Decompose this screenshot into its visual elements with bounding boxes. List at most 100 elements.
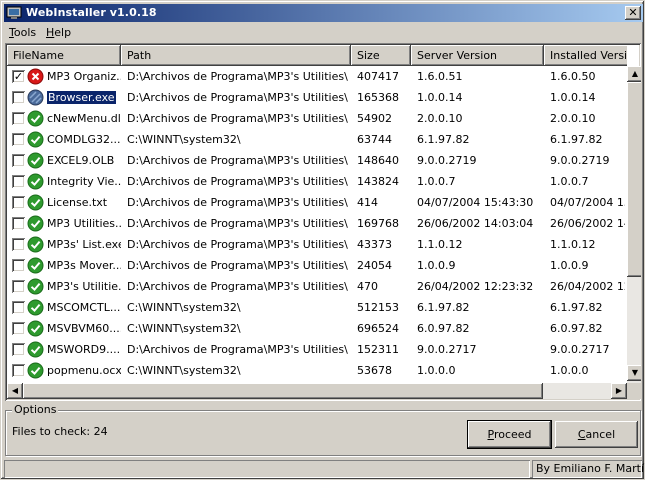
cell-filename: MP3s Mover....	[47, 259, 121, 272]
cell-size: 414	[357, 196, 378, 209]
row-checkbox[interactable]	[12, 175, 25, 188]
cell-server-version: 04/07/2004 15:43:30	[417, 196, 534, 209]
ok-icon	[27, 236, 44, 253]
table-row[interactable]: MP3's Utilitie... D:\Archivos de Programa…	[7, 276, 625, 297]
cell-filename: MP3 Organiz...	[47, 70, 121, 83]
cell-server-version: 6.1.97.82	[417, 301, 470, 314]
row-checkbox[interactable]	[12, 217, 25, 230]
cell-filename: popmenu.ocx	[47, 364, 121, 377]
row-checkbox[interactable]	[12, 238, 25, 251]
window-title: WebInstaller v1.0.18	[26, 6, 157, 19]
row-checkbox[interactable]	[12, 343, 25, 356]
status-author: By Emiliano F. Martín	[532, 460, 645, 478]
cell-server-version: 1.0.0.7	[417, 175, 456, 188]
list-rows: ✓ MP3 Organiz... D:\Archivos de Programa\M…	[7, 66, 625, 397]
table-row[interactable]: EXCEL9.OLB D:\Archivos de Programa\MP3's …	[7, 150, 625, 171]
cell-server-version: 9.0.0.2719	[417, 154, 477, 167]
cancel-button[interactable]: Cancel	[555, 421, 638, 448]
ok-icon	[27, 152, 44, 169]
error-icon	[27, 68, 44, 85]
table-row[interactable]: cNewMenu.dll D:\Archivos de Programa\MP3'…	[7, 108, 625, 129]
menu-help[interactable]: Help	[46, 26, 71, 39]
cell-path: D:\Archivos de Programa\MP3's Utilities\	[127, 91, 348, 104]
table-row[interactable]: COMDLG32.... C:\WINNT\system32\ 63744 6.1.9…	[7, 129, 625, 150]
row-checkbox[interactable]	[12, 112, 25, 125]
row-checkbox[interactable]	[12, 91, 25, 104]
ok-icon	[27, 362, 44, 379]
horizontal-scroll-thumb[interactable]	[23, 383, 543, 399]
cell-path: D:\Archivos de Programa\MP3's Utilities\	[127, 343, 348, 356]
table-row[interactable]: Browser.exe D:\Archivos de Programa\MP3's…	[7, 87, 625, 108]
table-row[interactable]: MP3s Mover.... D:\Archivos de Programa\MP…	[7, 255, 625, 276]
cell-installed-version: 1.6.0.50	[550, 70, 596, 83]
table-row[interactable]: MP3s' List.exe D:\Archivos de Programa\MP…	[7, 234, 625, 255]
unknown-icon	[27, 89, 44, 106]
menu-bar: Tools Help	[4, 23, 643, 42]
table-row[interactable]: ✓ MP3 Organiz... D:\Archivos de Programa\M…	[7, 66, 625, 87]
row-checkbox[interactable]	[12, 322, 25, 335]
row-checkbox[interactable]	[12, 196, 25, 209]
row-checkbox[interactable]	[12, 154, 25, 167]
ok-icon	[27, 194, 44, 211]
cell-path: D:\Archivos de Programa\MP3's Utilities\	[127, 259, 348, 272]
cell-path: C:\WINNT\system32\	[127, 364, 241, 377]
cell-filename: Browser.exe	[47, 91, 117, 104]
row-checkbox[interactable]	[12, 259, 25, 272]
file-list[interactable]: FileName Path Size Server Version Instal…	[5, 43, 641, 401]
list-header: FileName Path Size Server Version Instal…	[7, 45, 627, 66]
row-checkbox[interactable]	[12, 364, 25, 377]
menu-tools[interactable]: Tools	[9, 26, 36, 39]
cell-path: D:\Archivos de Programa\MP3's Utilities\	[127, 112, 348, 125]
cell-path: C:\WINNT\system32\	[127, 133, 241, 146]
cell-server-version: 1.1.0.12	[417, 238, 463, 251]
row-checkbox[interactable]	[12, 301, 25, 314]
column-header-server-version[interactable]: Server Version	[411, 45, 544, 66]
vertical-scroll-thumb[interactable]	[627, 82, 641, 277]
scroll-down-arrow-icon[interactable]: ▼	[627, 365, 641, 381]
options-group: Options Files to check: 24 Proceed Cance…	[5, 403, 641, 456]
close-button[interactable]: ✕	[625, 6, 641, 20]
table-row[interactable]: MSVBVM60.... C:\WINNT\system32\ 696524 6.0.…	[7, 318, 625, 339]
table-row[interactable]: MSCOMCTL.... C:\WINNT\system32\ 512153 6.1.…	[7, 297, 625, 318]
row-checkbox[interactable]: ✓	[12, 70, 25, 83]
title-bar[interactable]: WebInstaller v1.0.18 ✕	[4, 4, 643, 22]
column-header-installed-version[interactable]: Installed Version	[544, 45, 627, 66]
cell-path: D:\Archivos de Programa\MP3's Utilities\	[127, 217, 348, 230]
cell-server-version: 1.6.0.51	[417, 70, 463, 83]
ok-icon	[27, 110, 44, 127]
ok-icon	[27, 215, 44, 232]
cell-installed-version: 6.0.97.82	[550, 322, 603, 335]
cell-installed-version: 1.0.0.9	[550, 259, 589, 272]
cell-installed-version: 1.0.0.0	[550, 364, 589, 377]
cell-server-version: 2.0.0.10	[417, 112, 463, 125]
cell-filename: MP3's Utilitie...	[47, 280, 121, 293]
cell-size: 470	[357, 280, 378, 293]
files-to-check-label: Files to check: 24	[12, 425, 108, 438]
table-row[interactable]: popmenu.ocx C:\WINNT\system32\ 53678 1.0.0.…	[7, 360, 625, 381]
column-header-path[interactable]: Path	[121, 45, 351, 66]
proceed-button[interactable]: Proceed	[467, 420, 552, 449]
row-checkbox[interactable]	[12, 133, 25, 146]
column-header-filename[interactable]: FileName	[7, 45, 121, 66]
table-row[interactable]: License.txt D:\Archivos de Programa\MP3's…	[7, 192, 625, 213]
table-row[interactable]: MP3 Utilities.... D:\Archivos de Programa…	[7, 213, 625, 234]
scroll-left-arrow-icon[interactable]: ◀	[7, 383, 23, 399]
scroll-up-arrow-icon[interactable]: ▲	[627, 66, 641, 82]
column-header-size[interactable]: Size	[351, 45, 411, 66]
row-checkbox[interactable]	[12, 280, 25, 293]
app-window: WebInstaller v1.0.18 ✕ Tools Help FileNa…	[0, 0, 645, 480]
horizontal-scrollbar[interactable]: ◀ ▶	[7, 383, 627, 399]
scroll-right-arrow-icon[interactable]: ▶	[611, 383, 627, 399]
table-row[interactable]: Integrity Vie... D:\Archivos de Programa\…	[7, 171, 625, 192]
cell-filename: EXCEL9.OLB	[47, 154, 115, 167]
cell-server-version: 1.0.0.14	[417, 91, 463, 104]
cell-server-version: 1.0.0.9	[417, 259, 456, 272]
ok-icon	[27, 257, 44, 274]
table-row[interactable]: MSWORD9.... D:\Archivos de Programa\MP3's…	[7, 339, 625, 360]
vertical-scrollbar[interactable]: ▲ ▼	[627, 66, 641, 397]
scrollbar-corner	[627, 383, 641, 399]
cell-size: 24054	[357, 259, 392, 272]
cell-size: 696524	[357, 322, 399, 335]
cell-size: 407417	[357, 70, 399, 83]
cell-size: 152311	[357, 343, 399, 356]
